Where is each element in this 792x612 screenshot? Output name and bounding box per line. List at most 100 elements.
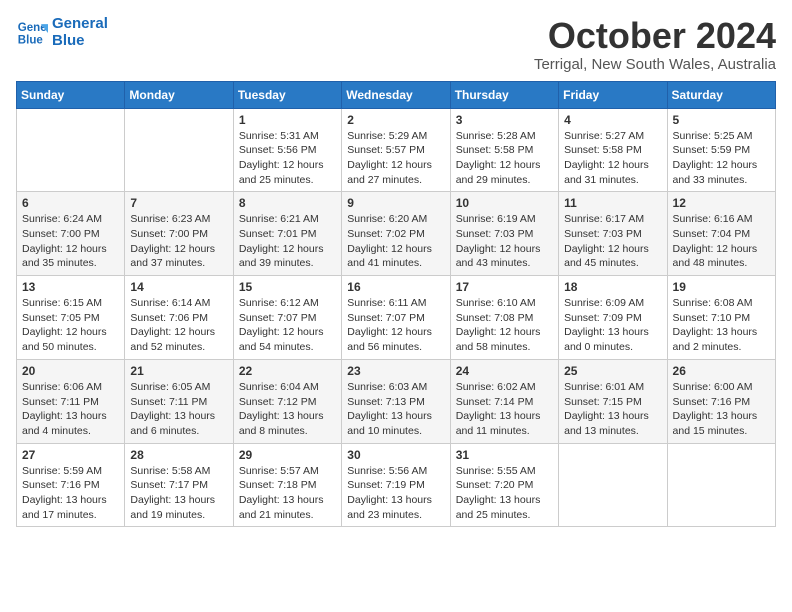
calendar-cell: 11 Sunrise: 6:17 AM Sunset: 7:03 PM Dayli… xyxy=(559,192,667,276)
day-info: Sunrise: 5:57 AM Sunset: 7:18 PM Dayligh… xyxy=(239,464,336,523)
day-info: Sunrise: 6:06 AM Sunset: 7:11 PM Dayligh… xyxy=(22,380,119,439)
day-number: 18 xyxy=(564,280,661,294)
day-info: Sunrise: 6:16 AM Sunset: 7:04 PM Dayligh… xyxy=(673,212,770,271)
header-cell-saturday: Saturday xyxy=(667,81,775,108)
day-info: Sunrise: 6:17 AM Sunset: 7:03 PM Dayligh… xyxy=(564,212,661,271)
header-cell-thursday: Thursday xyxy=(450,81,558,108)
calendar-cell xyxy=(667,443,775,527)
day-number: 9 xyxy=(347,196,444,210)
header: General Blue General Blue October 2024 T… xyxy=(16,16,776,73)
calendar-cell: 30 Sunrise: 5:56 AM Sunset: 7:19 PM Dayli… xyxy=(342,443,450,527)
day-number: 4 xyxy=(564,113,661,127)
day-number: 27 xyxy=(22,448,119,462)
day-info: Sunrise: 5:25 AM Sunset: 5:59 PM Dayligh… xyxy=(673,129,770,188)
day-number: 6 xyxy=(22,196,119,210)
calendar-week-5: 27 Sunrise: 5:59 AM Sunset: 7:16 PM Dayli… xyxy=(17,443,776,527)
calendar-cell: 19 Sunrise: 6:08 AM Sunset: 7:10 PM Dayli… xyxy=(667,276,775,360)
calendar-cell: 29 Sunrise: 5:57 AM Sunset: 7:18 PM Dayli… xyxy=(233,443,341,527)
day-info: Sunrise: 6:24 AM Sunset: 7:00 PM Dayligh… xyxy=(22,212,119,271)
logo-icon: General Blue xyxy=(16,17,48,49)
calendar-cell xyxy=(559,443,667,527)
calendar-cell: 18 Sunrise: 6:09 AM Sunset: 7:09 PM Dayli… xyxy=(559,276,667,360)
day-info: Sunrise: 6:09 AM Sunset: 7:09 PM Dayligh… xyxy=(564,296,661,355)
title-area: October 2024 Terrigal, New South Wales, … xyxy=(534,16,776,73)
calendar-cell: 1Sunrise: 5:31 AM Sunset: 5:56 PM Daylig… xyxy=(233,108,341,192)
svg-text:General: General xyxy=(18,22,48,34)
day-info: Sunrise: 6:08 AM Sunset: 7:10 PM Dayligh… xyxy=(673,296,770,355)
calendar-cell: 2Sunrise: 5:29 AM Sunset: 5:57 PM Daylig… xyxy=(342,108,450,192)
day-info: Sunrise: 6:10 AM Sunset: 7:08 PM Dayligh… xyxy=(456,296,553,355)
day-info: Sunrise: 6:14 AM Sunset: 7:06 PM Dayligh… xyxy=(130,296,227,355)
calendar-cell xyxy=(17,108,125,192)
calendar-cell: 12 Sunrise: 6:16 AM Sunset: 7:04 PM Dayli… xyxy=(667,192,775,276)
calendar-header: SundayMondayTuesdayWednesdayThursdayFrid… xyxy=(17,81,776,108)
calendar-cell: 27 Sunrise: 5:59 AM Sunset: 7:16 PM Dayli… xyxy=(17,443,125,527)
calendar-cell: 26Sunrise: 6:00 AM Sunset: 7:16 PM Dayli… xyxy=(667,359,775,443)
calendar-cell: 24Sunrise: 6:02 AM Sunset: 7:14 PM Dayli… xyxy=(450,359,558,443)
day-number: 21 xyxy=(130,364,227,378)
day-info: Sunrise: 6:23 AM Sunset: 7:00 PM Dayligh… xyxy=(130,212,227,271)
day-number: 28 xyxy=(130,448,227,462)
logo: General Blue General Blue xyxy=(16,16,108,49)
calendar-week-4: 20 Sunrise: 6:06 AM Sunset: 7:11 PM Dayli… xyxy=(17,359,776,443)
svg-text:Blue: Blue xyxy=(18,34,44,46)
calendar-cell: 6 Sunrise: 6:24 AM Sunset: 7:00 PM Daylig… xyxy=(17,192,125,276)
calendar-cell: 21 Sunrise: 6:05 AM Sunset: 7:11 PM Dayli… xyxy=(125,359,233,443)
calendar-cell: 23 Sunrise: 6:03 AM Sunset: 7:13 PM Dayli… xyxy=(342,359,450,443)
day-number: 13 xyxy=(22,280,119,294)
calendar-cell: 7 Sunrise: 6:23 AM Sunset: 7:00 PM Daylig… xyxy=(125,192,233,276)
day-number: 17 xyxy=(456,280,553,294)
day-info: Sunrise: 6:03 AM Sunset: 7:13 PM Dayligh… xyxy=(347,380,444,439)
calendar-cell: 20 Sunrise: 6:06 AM Sunset: 7:11 PM Dayli… xyxy=(17,359,125,443)
header-cell-monday: Monday xyxy=(125,81,233,108)
calendar-week-1: 1Sunrise: 5:31 AM Sunset: 5:56 PM Daylig… xyxy=(17,108,776,192)
day-info: Sunrise: 5:59 AM Sunset: 7:16 PM Dayligh… xyxy=(22,464,119,523)
calendar-week-2: 6 Sunrise: 6:24 AM Sunset: 7:00 PM Daylig… xyxy=(17,192,776,276)
calendar-cell: 25Sunrise: 6:01 AM Sunset: 7:15 PM Dayli… xyxy=(559,359,667,443)
day-info: Sunrise: 6:12 AM Sunset: 7:07 PM Dayligh… xyxy=(239,296,336,355)
calendar-cell: 8Sunrise: 6:21 AM Sunset: 7:01 PM Daylig… xyxy=(233,192,341,276)
calendar-cell: 9 Sunrise: 6:20 AM Sunset: 7:02 PM Daylig… xyxy=(342,192,450,276)
main-title: October 2024 xyxy=(534,16,776,56)
day-number: 11 xyxy=(564,196,661,210)
day-number: 16 xyxy=(347,280,444,294)
day-number: 15 xyxy=(239,280,336,294)
calendar-cell: 13 Sunrise: 6:15 AM Sunset: 7:05 PM Dayli… xyxy=(17,276,125,360)
day-number: 14 xyxy=(130,280,227,294)
day-number: 22 xyxy=(239,364,336,378)
day-number: 7 xyxy=(130,196,227,210)
day-info: Sunrise: 6:01 AM Sunset: 7:15 PM Dayligh… xyxy=(564,380,661,439)
calendar-body: 1Sunrise: 5:31 AM Sunset: 5:56 PM Daylig… xyxy=(17,108,776,527)
day-info: Sunrise: 5:56 AM Sunset: 7:19 PM Dayligh… xyxy=(347,464,444,523)
day-number: 30 xyxy=(347,448,444,462)
day-number: 26 xyxy=(673,364,770,378)
header-row: SundayMondayTuesdayWednesdayThursdayFrid… xyxy=(17,81,776,108)
day-number: 20 xyxy=(22,364,119,378)
day-number: 31 xyxy=(456,448,553,462)
calendar-week-3: 13 Sunrise: 6:15 AM Sunset: 7:05 PM Dayli… xyxy=(17,276,776,360)
header-cell-wednesday: Wednesday xyxy=(342,81,450,108)
calendar-table: SundayMondayTuesdayWednesdayThursdayFrid… xyxy=(16,81,776,528)
subtitle: Terrigal, New South Wales, Australia xyxy=(534,56,776,73)
day-number: 10 xyxy=(456,196,553,210)
day-number: 2 xyxy=(347,113,444,127)
day-info: Sunrise: 6:20 AM Sunset: 7:02 PM Dayligh… xyxy=(347,212,444,271)
calendar-cell: 17 Sunrise: 6:10 AM Sunset: 7:08 PM Dayli… xyxy=(450,276,558,360)
calendar-cell: 16Sunrise: 6:11 AM Sunset: 7:07 PM Dayli… xyxy=(342,276,450,360)
calendar-cell: 4Sunrise: 5:27 AM Sunset: 5:58 PM Daylig… xyxy=(559,108,667,192)
calendar-cell: 31 Sunrise: 5:55 AM Sunset: 7:20 PM Dayli… xyxy=(450,443,558,527)
header-cell-friday: Friday xyxy=(559,81,667,108)
header-cell-sunday: Sunday xyxy=(17,81,125,108)
calendar-cell: 22Sunrise: 6:04 AM Sunset: 7:12 PM Dayli… xyxy=(233,359,341,443)
day-number: 5 xyxy=(673,113,770,127)
day-number: 23 xyxy=(347,364,444,378)
day-number: 12 xyxy=(673,196,770,210)
day-info: Sunrise: 6:05 AM Sunset: 7:11 PM Dayligh… xyxy=(130,380,227,439)
day-info: Sunrise: 6:15 AM Sunset: 7:05 PM Dayligh… xyxy=(22,296,119,355)
day-number: 24 xyxy=(456,364,553,378)
day-number: 19 xyxy=(673,280,770,294)
day-number: 29 xyxy=(239,448,336,462)
day-info: Sunrise: 6:21 AM Sunset: 7:01 PM Dayligh… xyxy=(239,212,336,271)
day-info: Sunrise: 5:31 AM Sunset: 5:56 PM Dayligh… xyxy=(239,129,336,188)
day-info: Sunrise: 5:55 AM Sunset: 7:20 PM Dayligh… xyxy=(456,464,553,523)
